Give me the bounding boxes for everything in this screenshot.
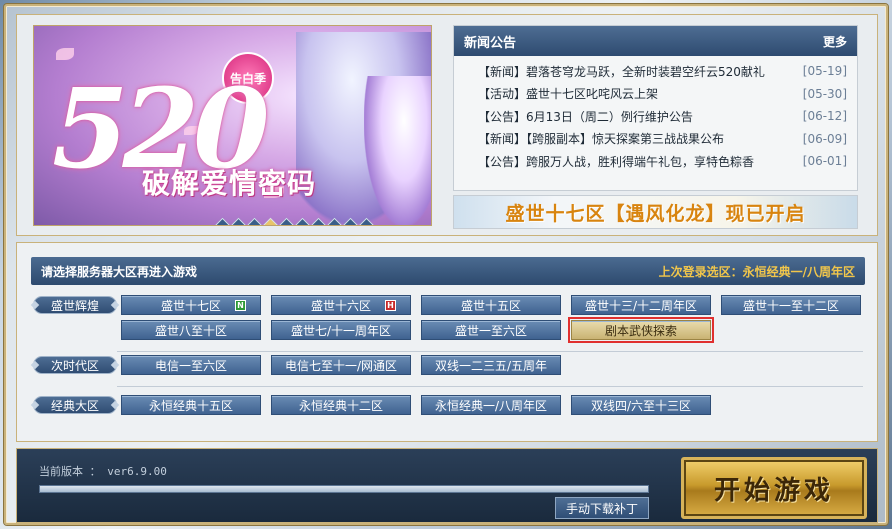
hot-server-badge: H xyxy=(385,300,396,311)
news-item[interactable]: 【新闻】碧落苍穹龙马跃，全新时装碧空纤云520献礼 [05-19] xyxy=(454,60,857,83)
news-item-date: [06-12] xyxy=(802,109,847,124)
server-name: 永恒经典十五区 xyxy=(148,398,233,413)
news-panel: 新闻公告 更多 【新闻】碧落苍穹龙马跃，全新时装碧空纤云520献礼 [05-19]… xyxy=(453,25,858,191)
version-label: 当前版本 ： ver6.9.00 xyxy=(39,465,167,478)
news-item[interactable]: 【公告】6月13日（周二）例行维护公告 [06-12] xyxy=(454,105,857,128)
server-button[interactable]: 盛世十三/十二周年区 xyxy=(571,295,711,315)
server-name: 盛世十五区 xyxy=(460,298,521,313)
update-progress-bar xyxy=(39,485,649,493)
start-game-button[interactable]: 开始游戏 xyxy=(681,457,867,519)
server-name: 电信一至六区 xyxy=(154,358,227,373)
server-name: 盛世十七区 xyxy=(160,298,221,313)
server-open-text: 盛世十七区【遇风化龙】现已开启 xyxy=(505,202,806,225)
server-group-label: 次时代区 xyxy=(33,356,117,374)
news-list: 【新闻】碧落苍穹龙马跃，全新时装碧空纤云520献礼 [05-19] 【活动】盛世十七… xyxy=(454,56,857,173)
carousel-dot[interactable] xyxy=(214,217,231,225)
server-name: 盛世十一至十二区 xyxy=(742,298,839,313)
server-button[interactable]: 盛世十六区 H xyxy=(271,295,411,315)
news-item[interactable]: 【公告】跨服万人战，胜利得端午礼包，享特色粽香 [06-01] xyxy=(454,150,857,173)
carousel-dot[interactable] xyxy=(230,217,247,225)
server-name: 盛世七/十一周年区 xyxy=(290,323,392,338)
server-name: 电信七至十一/网通区 xyxy=(284,358,398,373)
last-login-info: 上次登录选区：永恒经典一/八周年区 xyxy=(658,264,855,279)
new-server-badge: N xyxy=(235,300,246,311)
server-name: 盛世一至六区 xyxy=(454,323,527,338)
carousel-dot[interactable] xyxy=(278,217,295,225)
server-button[interactable]: 永恒经典十五区 xyxy=(121,395,261,415)
server-name: 盛世八至十区 xyxy=(154,323,227,338)
server-button[interactable]: 双线一二三五/五周年 xyxy=(421,355,561,375)
promo-banner[interactable]: 告白季 520 破解爱情密码 xyxy=(33,25,432,226)
server-select-title: 请选择服务器大区再进入游戏 xyxy=(41,264,198,279)
server-select-panel: 请选择服务器大区再进入游戏 上次登录选区：永恒经典一/八周年区 盛世辉煌 盛世十七… xyxy=(16,242,878,442)
server-button[interactable]: 盛世一至六区 xyxy=(421,320,561,340)
top-panel: 告白季 520 破解爱情密码 新闻公告 更多 【新闻】碧落苍穹龙马跃，全新时装碧… xyxy=(16,14,878,236)
start-game-label: 开始游戏 xyxy=(713,475,834,506)
news-item-date: [05-30] xyxy=(802,86,847,101)
server-button[interactable]: 盛世八至十区 xyxy=(121,320,261,340)
launcher-footer: 当前版本 ： ver6.9.00 手动下载补丁 开始游戏 xyxy=(16,448,878,523)
news-item-text: 【公告】6月13日（周二）例行维护公告 xyxy=(478,109,693,124)
news-item-date: [06-01] xyxy=(802,154,847,169)
news-item-date: [05-19] xyxy=(802,64,847,79)
selection-highlight xyxy=(568,317,714,343)
news-item-text: 【新闻】碧落苍穹龙马跃，全新时装碧空纤云520献礼 xyxy=(478,64,765,79)
news-more-link[interactable]: 更多 xyxy=(823,33,847,50)
server-name: 双线一二三五/五周年 xyxy=(434,358,548,373)
server-button[interactable]: 电信七至十一/网通区 xyxy=(271,355,411,375)
petal-decoration xyxy=(56,48,74,60)
server-name: 盛世十六区 xyxy=(310,298,371,313)
carousel-dot[interactable] xyxy=(262,217,279,225)
group-divider xyxy=(117,351,863,352)
news-item[interactable]: 【新闻】【跨服副本】惊天探案第三战战果公布 [06-09] xyxy=(454,128,857,151)
server-group-label: 盛世辉煌 xyxy=(33,296,117,314)
banner-subtitle: 破解爱情密码 xyxy=(142,167,317,200)
carousel-dots xyxy=(214,217,375,225)
manual-patch-button[interactable]: 手动下载补丁 xyxy=(555,497,649,519)
server-button[interactable]: 双线四/六至十三区 xyxy=(571,395,711,415)
news-item-date: [06-09] xyxy=(802,131,847,146)
server-group-label: 经典大区 xyxy=(33,396,117,414)
server-open-banner[interactable]: 盛世十七区【遇风化龙】现已开启 xyxy=(453,195,858,229)
server-name: 双线四/六至十三区 xyxy=(590,398,692,413)
news-item-text: 【活动】盛世十七区叱咤风云上架 xyxy=(478,87,659,102)
server-name: 永恒经典十二区 xyxy=(298,398,383,413)
news-title: 新闻公告 xyxy=(464,35,517,51)
progress-fill xyxy=(40,486,648,492)
news-item-text: 【新闻】【跨服副本】惊天探案第三战战果公布 xyxy=(478,132,725,147)
server-name: 盛世十三/十二周年区 xyxy=(584,298,698,313)
server-header: 请选择服务器大区再进入游戏 上次登录选区：永恒经典一/八周年区 xyxy=(31,257,865,285)
group-divider xyxy=(117,386,863,387)
news-item-text: 【公告】跨服万人战，胜利得端午礼包，享特色粽香 xyxy=(478,154,755,169)
heroine-character-art xyxy=(364,76,431,225)
server-name: 永恒经典一/八周年区 xyxy=(434,398,548,413)
server-button[interactable]: 盛世十五区 xyxy=(421,295,561,315)
carousel-dot[interactable] xyxy=(246,217,263,225)
server-button[interactable]: 电信一至六区 xyxy=(121,355,261,375)
server-button[interactable]: 永恒经典十二区 xyxy=(271,395,411,415)
news-item[interactable]: 【活动】盛世十七区叱咤风云上架 [05-30] xyxy=(454,83,857,106)
server-button[interactable]: 盛世十一至十二区 xyxy=(721,295,861,315)
news-header: 新闻公告 更多 xyxy=(454,26,857,56)
server-button[interactable]: 盛世七/十一周年区 xyxy=(271,320,411,340)
server-button[interactable]: 永恒经典一/八周年区 xyxy=(421,395,561,415)
server-button[interactable]: 盛世十七区 N xyxy=(121,295,261,315)
